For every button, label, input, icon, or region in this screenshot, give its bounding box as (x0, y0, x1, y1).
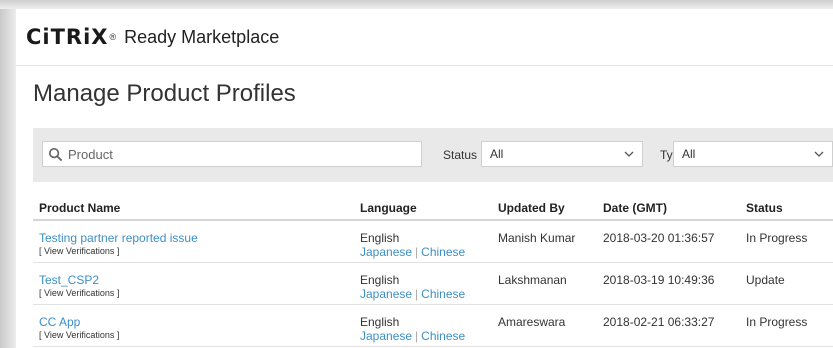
status-filter-select[interactable]: All (481, 141, 643, 167)
column-header-language[interactable]: Language (360, 201, 417, 215)
updated-by-cell: Manish Kumar (498, 231, 576, 245)
language-separator: | (415, 329, 419, 343)
language-alternates: Japanese | Chinese (360, 329, 465, 343)
chevron-down-icon (814, 151, 824, 157)
japanese-link[interactable]: Japanese (360, 245, 412, 259)
product-search-input[interactable] (66, 145, 400, 163)
table-row: CC App [ View Verifications ] English Ja… (33, 305, 833, 347)
window-frame-top (0, 0, 833, 9)
search-box[interactable] (42, 141, 422, 167)
status-cell: Update (746, 273, 785, 287)
status-cell: In Progress (746, 231, 808, 245)
language-alternates: Japanese | Chinese (360, 245, 465, 259)
view-verifications-link[interactable]: [ View Verifications ] (39, 330, 119, 340)
table-header-row: Product Name Language Updated By Date (G… (33, 192, 833, 221)
language-alternates: Japanese | Chinese (360, 287, 465, 301)
site-header: CiTRiX ® Ready Marketplace (16, 9, 833, 66)
chinese-link[interactable]: Chinese (421, 245, 465, 259)
updated-by-cell: Amareswara (498, 315, 566, 329)
language-primary: English (360, 231, 400, 245)
status-filter-label: Status (443, 148, 478, 162)
product-profiles-table: Product Name Language Updated By Date (G… (33, 192, 833, 347)
language-separator: | (415, 287, 419, 301)
column-header-product-name[interactable]: Product Name (39, 201, 120, 215)
filter-bar: Status All Type All (33, 128, 833, 182)
status-cell: In Progress (746, 315, 808, 329)
view-verifications-link[interactable]: [ View Verifications ] (39, 246, 119, 256)
date-cell: 2018-03-19 10:49:36 (603, 273, 715, 287)
product-name-link[interactable]: Test_CSP2 (39, 273, 99, 287)
date-cell: 2018-02-21 06:33:27 (603, 315, 715, 329)
chevron-down-icon (624, 151, 634, 157)
citrix-logo[interactable]: CiTRiX ® Ready Marketplace (26, 24, 279, 50)
logo-mark: CiTRiX (26, 25, 109, 49)
column-header-status[interactable]: Status (746, 201, 783, 215)
chinese-link[interactable]: Chinese (421, 287, 465, 301)
language-primary: English (360, 273, 400, 287)
column-header-updated-by[interactable]: Updated By (498, 201, 565, 215)
date-cell: 2018-03-20 01:36:57 (603, 231, 715, 245)
product-name-link[interactable]: CC App (39, 315, 80, 329)
type-filter-select[interactable]: All (673, 141, 833, 167)
product-name-link[interactable]: Testing partner reported issue (39, 231, 198, 245)
marketplace-name: Ready Marketplace (124, 26, 280, 47)
column-header-date[interactable]: Date (GMT) (603, 201, 667, 215)
type-filter-value: All (682, 147, 696, 161)
page-title: Manage Product Profiles (33, 80, 296, 107)
window-frame-left (0, 0, 16, 348)
japanese-link[interactable]: Japanese (360, 329, 412, 343)
status-filter-value: All (490, 147, 504, 161)
table-row: Test_CSP2 [ View Verifications ] English… (33, 263, 833, 305)
japanese-link[interactable]: Japanese (360, 287, 412, 301)
language-primary: English (360, 315, 400, 329)
view-verifications-link[interactable]: [ View Verifications ] (39, 288, 119, 298)
language-separator: | (415, 245, 419, 259)
logo-registered-mark: ® (109, 32, 117, 42)
search-icon (48, 147, 63, 161)
chinese-link[interactable]: Chinese (421, 329, 465, 343)
table-row: Testing partner reported issue [ View Ve… (33, 221, 833, 263)
updated-by-cell: Lakshmanan (498, 273, 567, 287)
